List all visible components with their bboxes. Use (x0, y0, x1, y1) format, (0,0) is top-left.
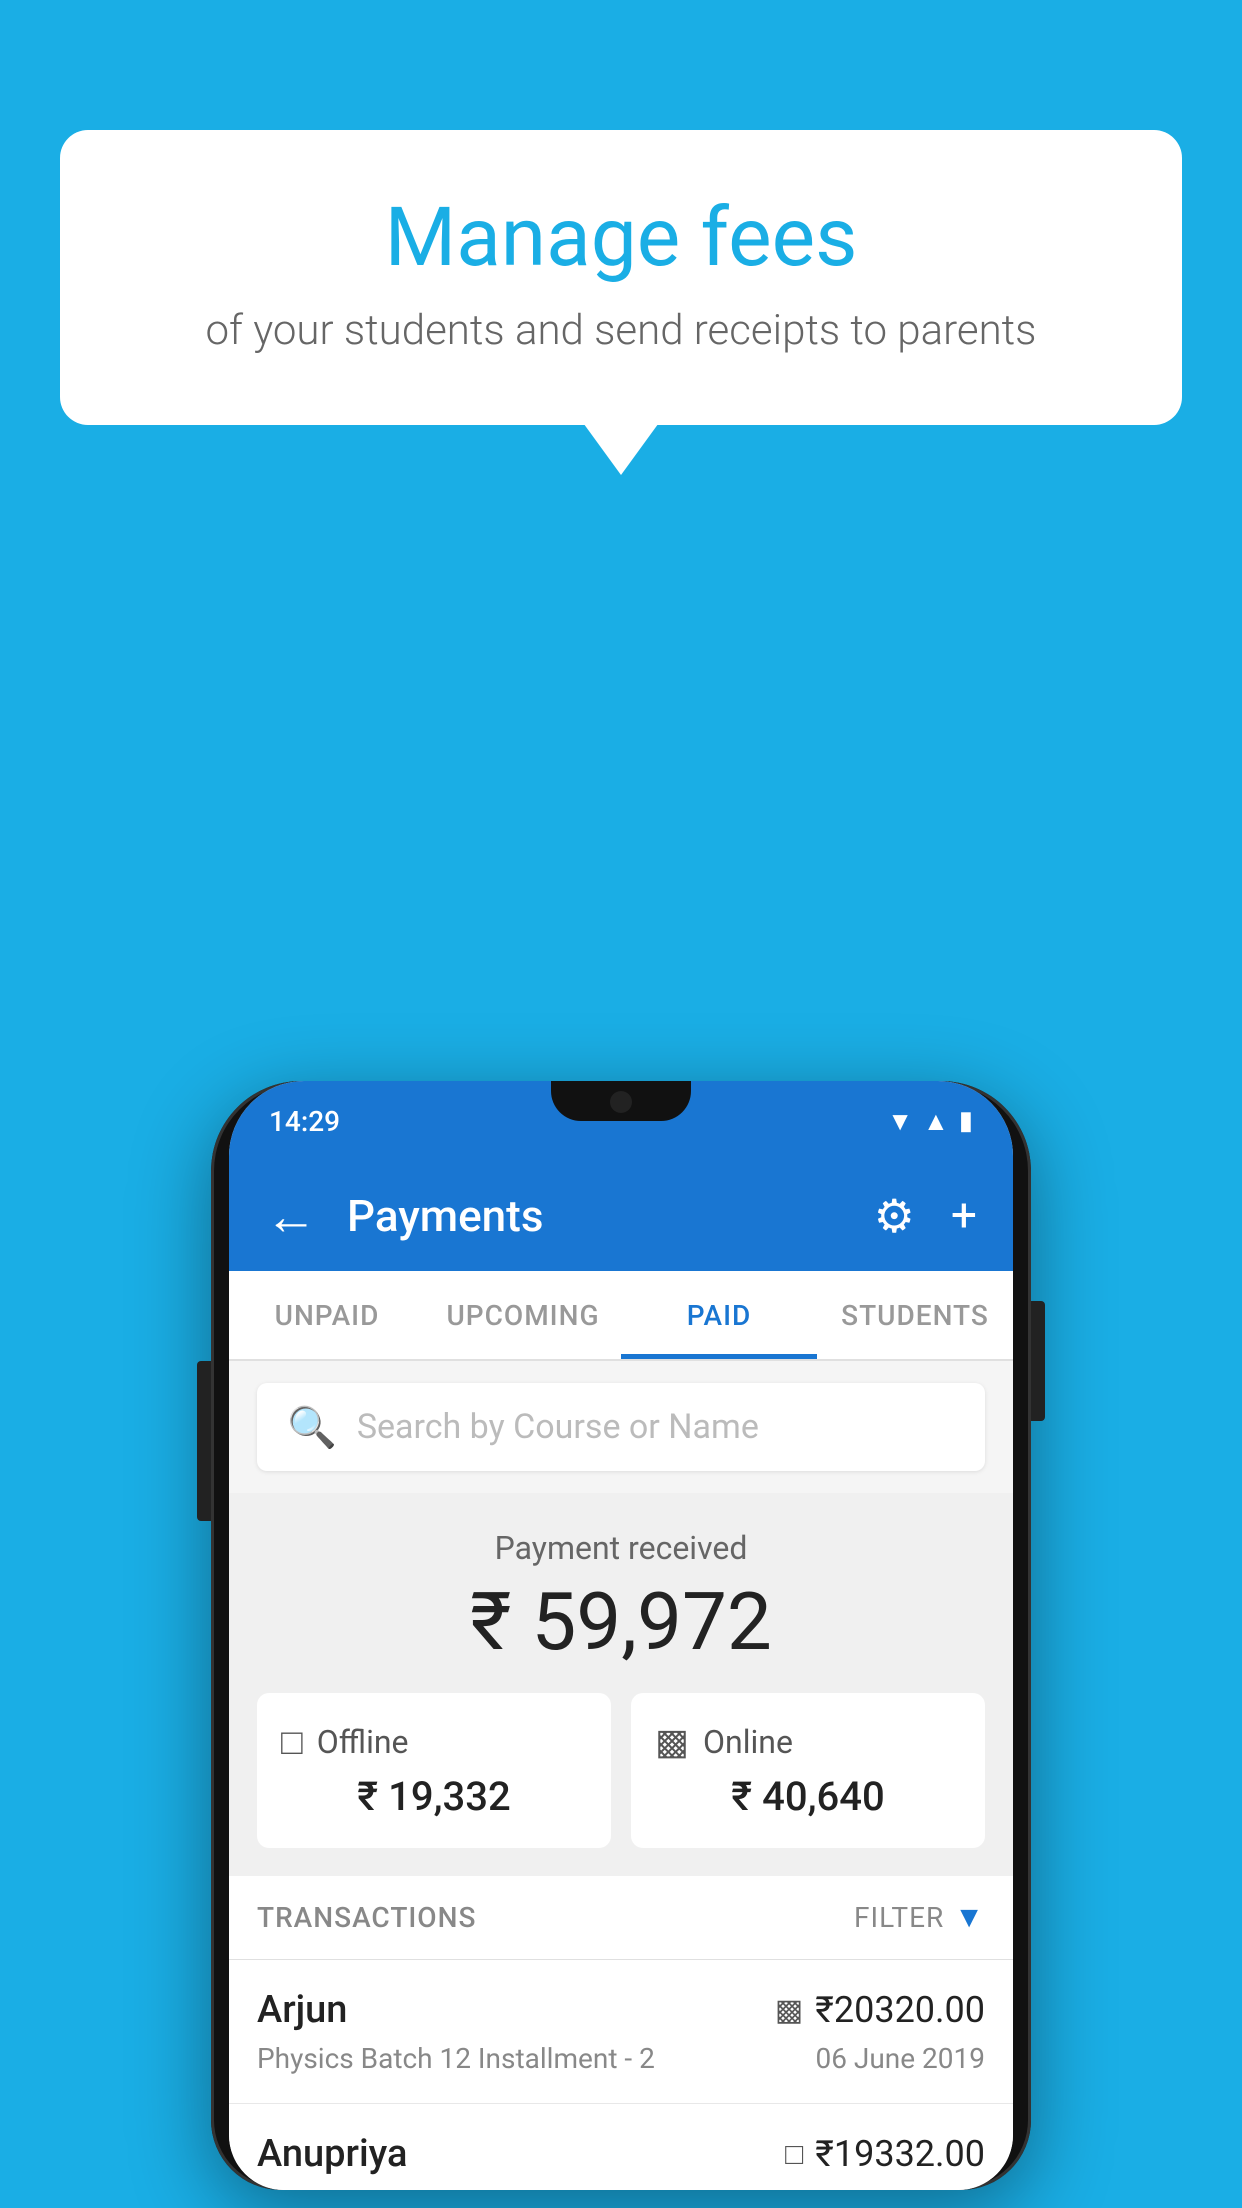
search-input[interactable]: Search by Course or Name (357, 1407, 759, 1447)
transactions-label: TRANSACTIONS (257, 1901, 476, 1934)
payment-mode-online-icon: ▩ (775, 1993, 803, 2028)
speech-bubble-container: Manage fees of your students and send re… (60, 130, 1182, 425)
battery-icon: ▮ (959, 1106, 973, 1136)
header-icons: ⚙ + (874, 1189, 977, 1244)
offline-amount: ₹ 19,332 (281, 1773, 587, 1820)
student-name-2: Anupriya (257, 2132, 407, 2176)
tab-unpaid[interactable]: UNPAID (229, 1271, 425, 1359)
phone-outer: 14:29 ▼ ▲ ▮ ← Payments ⚙ + UNPAID (211, 1081, 1031, 2190)
online-label: Online (703, 1723, 793, 1761)
phone-inner: 14:29 ▼ ▲ ▮ ← Payments ⚙ + UNPAID (229, 1081, 1013, 2190)
transaction-bottom: Physics Batch 12 Installment - 2 06 June… (257, 2042, 985, 2075)
course-info: Physics Batch 12 Installment - 2 (257, 2042, 655, 2075)
status-icons: ▼ ▲ ▮ (887, 1106, 973, 1137)
offline-card: □ Offline ₹ 19,332 (257, 1693, 611, 1848)
wifi-icon: ▼ (887, 1106, 913, 1137)
online-card: ▩ Online ₹ 40,640 (631, 1693, 985, 1848)
filter-button[interactable]: FILTER ▼ (854, 1900, 985, 1935)
settings-icon[interactable]: ⚙ (874, 1189, 915, 1244)
tab-students[interactable]: STUDENTS (817, 1271, 1013, 1359)
transactions-header: TRANSACTIONS FILTER ▼ (229, 1876, 1013, 1960)
header-title: Payments (347, 1190, 844, 1242)
amount-wrap: ▩ ₹20320.00 (775, 1989, 985, 2031)
search-box[interactable]: 🔍 Search by Course or Name (257, 1383, 985, 1471)
back-button[interactable]: ← (265, 1186, 317, 1247)
signal-icon: ▲ (923, 1106, 949, 1137)
app-header: ← Payments ⚙ + (229, 1161, 1013, 1271)
date-info: 06 June 2019 (815, 2042, 985, 2075)
online-icon: ▩ (655, 1721, 689, 1763)
transaction-row[interactable]: Arjun ▩ ₹20320.00 Physics Batch 12 Insta… (229, 1960, 1013, 2104)
camera-notch (610, 1091, 632, 1113)
tab-upcoming[interactable]: UPCOMING (425, 1271, 621, 1359)
notch (551, 1081, 691, 1121)
payment-mode-offline-icon: □ (785, 2137, 803, 2172)
transaction-top: Arjun ▩ ₹20320.00 (257, 1988, 985, 2032)
online-card-top: ▩ Online (655, 1721, 961, 1763)
amount-wrap-2: □ ₹19332.00 (785, 2133, 985, 2175)
offline-label: Offline (317, 1723, 409, 1761)
phone-mockup: 14:29 ▼ ▲ ▮ ← Payments ⚙ + UNPAID (211, 1063, 1031, 2208)
transaction-amount-2: ₹19332.00 (815, 2133, 985, 2175)
filter-icon: ▼ (954, 1900, 985, 1935)
offline-icon: □ (281, 1721, 303, 1763)
filter-label: FILTER (854, 1901, 944, 1934)
add-icon[interactable]: + (951, 1189, 977, 1243)
manage-fees-subtitle: of your students and send receipts to pa… (140, 306, 1102, 355)
manage-fees-title: Manage fees (140, 190, 1102, 286)
payment-cards: □ Offline ₹ 19,332 ▩ Online ₹ 40,640 (257, 1693, 985, 1848)
payment-received-label: Payment received (257, 1529, 985, 1567)
transaction-row-partial[interactable]: Anupriya □ ₹19332.00 (229, 2104, 1013, 2190)
search-icon: 🔍 (287, 1404, 337, 1451)
offline-card-top: □ Offline (281, 1721, 587, 1763)
speech-bubble: Manage fees of your students and send re… (60, 130, 1182, 425)
tabs-bar: UNPAID UPCOMING PAID STUDENTS (229, 1271, 1013, 1361)
payment-total: ₹ 59,972 (257, 1575, 985, 1669)
tab-paid[interactable]: PAID (621, 1271, 817, 1359)
student-name: Arjun (257, 1988, 347, 2032)
status-bar: 14:29 ▼ ▲ ▮ (229, 1081, 1013, 1161)
transaction-amount: ₹20320.00 (815, 1989, 985, 2031)
payment-summary: Payment received ₹ 59,972 □ Offline ₹ 19… (229, 1493, 1013, 1876)
status-time: 14:29 (269, 1105, 340, 1138)
online-amount: ₹ 40,640 (655, 1773, 961, 1820)
search-container: 🔍 Search by Course or Name (229, 1361, 1013, 1493)
